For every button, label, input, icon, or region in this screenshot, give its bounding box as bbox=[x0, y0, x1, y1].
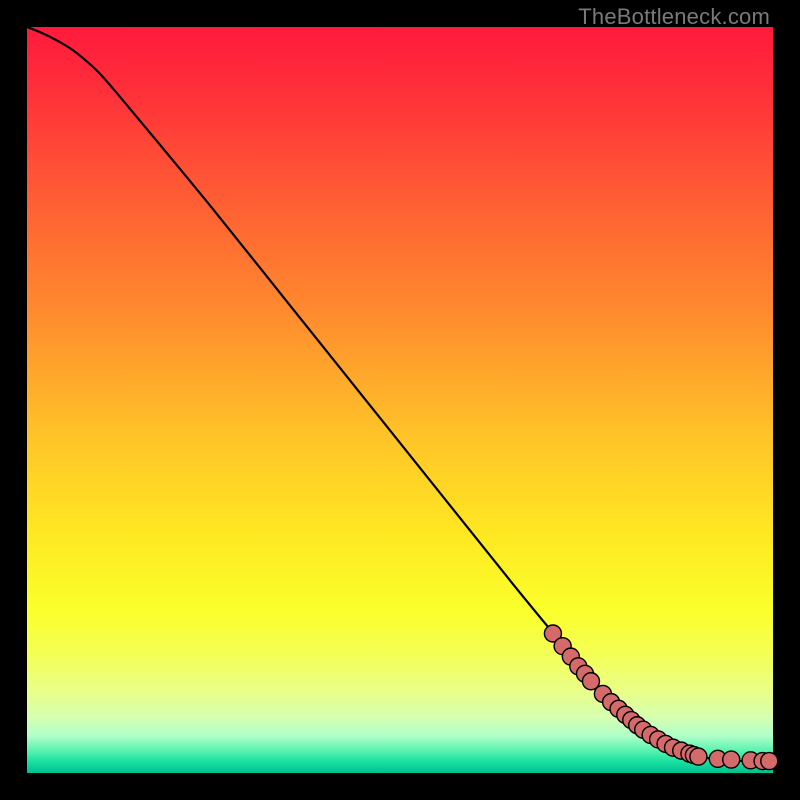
chart-markers bbox=[544, 625, 777, 770]
chart-marker bbox=[723, 751, 740, 768]
chart-plot-area bbox=[27, 27, 773, 773]
chart-curve bbox=[27, 27, 773, 761]
chart-svg bbox=[27, 27, 773, 773]
chart-marker bbox=[761, 753, 778, 770]
watermark-label: TheBottleneck.com bbox=[578, 4, 770, 30]
chart-marker bbox=[690, 748, 707, 765]
